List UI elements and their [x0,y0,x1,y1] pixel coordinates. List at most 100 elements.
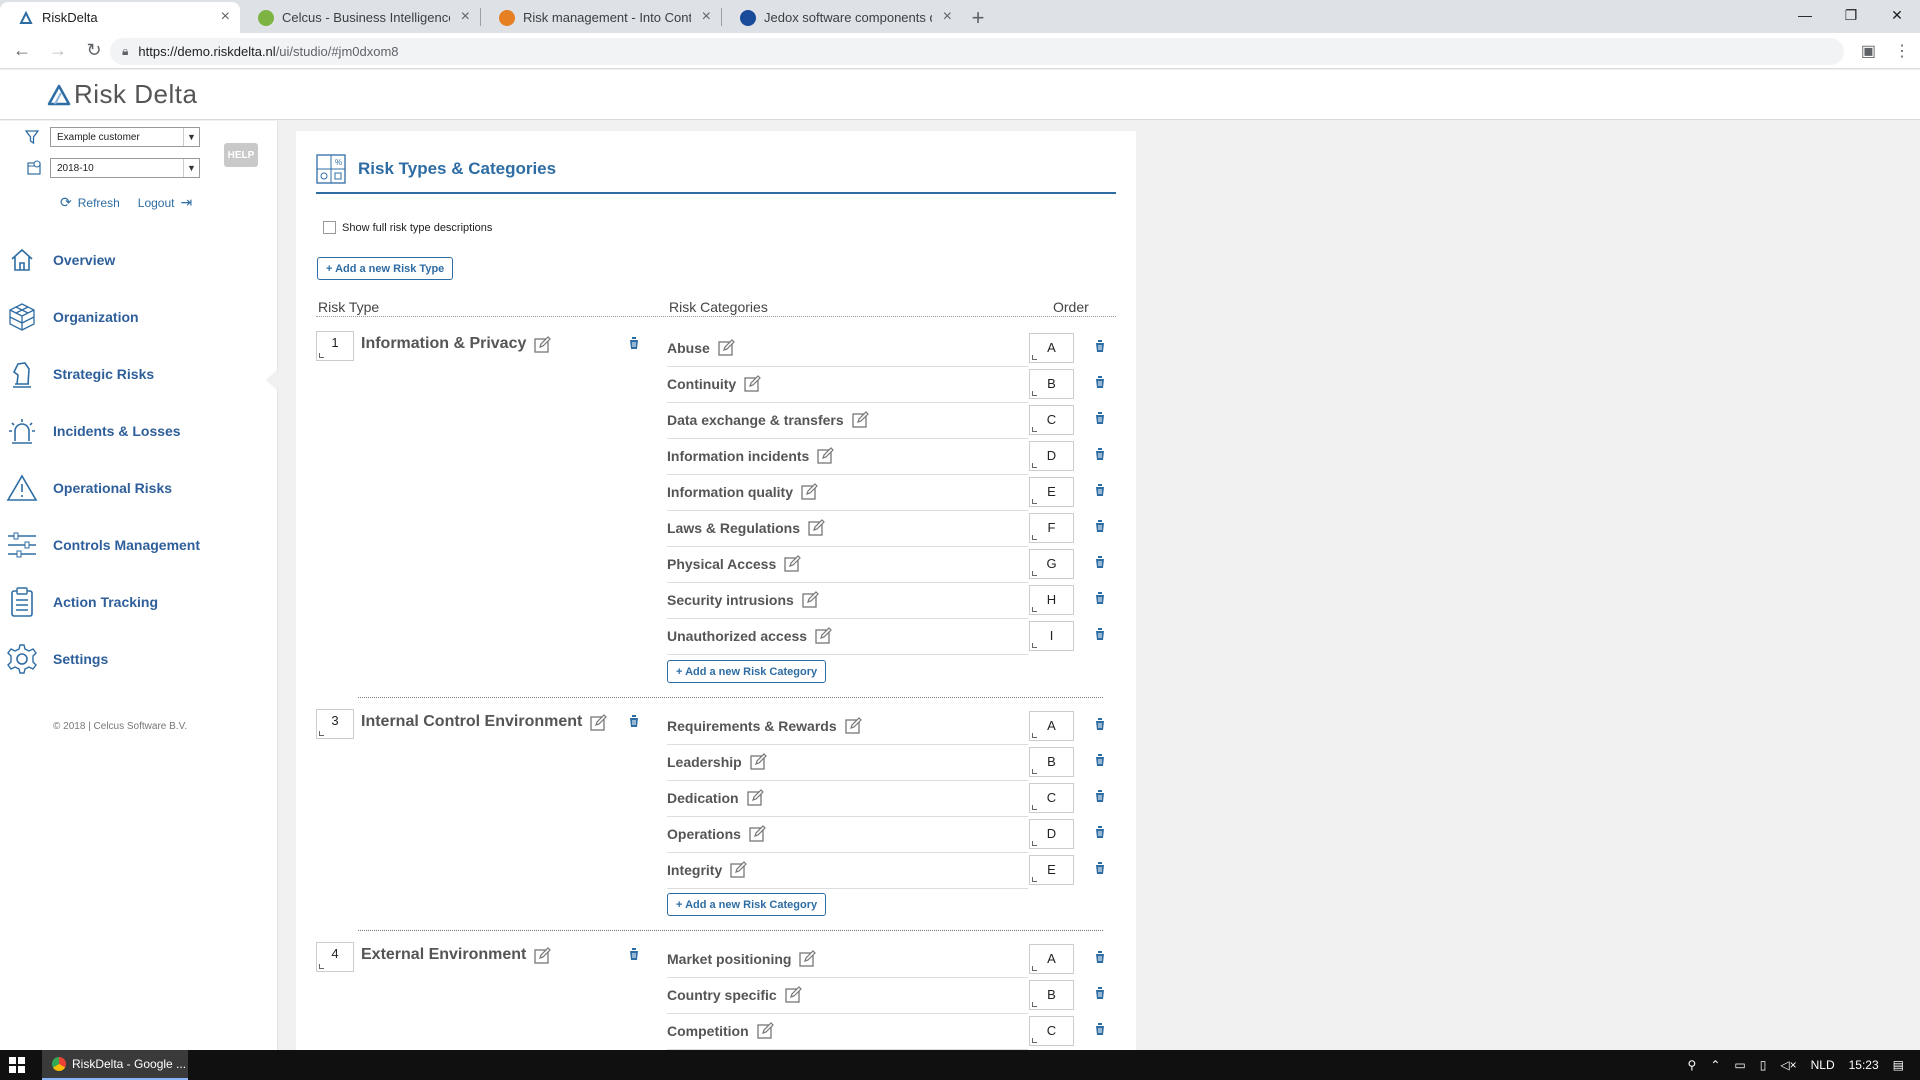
back-arrow-icon[interactable]: ← [4,33,40,69]
edit-icon[interactable] [757,1022,774,1039]
order-input[interactable]: D [1029,441,1074,471]
edit-icon[interactable] [808,519,825,536]
trash-icon[interactable] [1094,789,1106,803]
trash-icon[interactable] [1094,753,1106,767]
edit-icon[interactable] [784,555,802,572]
nav-item-settings[interactable]: Settings [0,630,278,687]
close-tab-icon[interactable]: × [461,8,470,26]
risk-type-number[interactable]: 1 [316,331,354,361]
forward-arrow-icon[interactable]: → [40,33,76,69]
new-tab-button[interactable]: + [962,2,994,33]
order-input[interactable]: A [1029,333,1074,363]
browser-tab[interactable]: Celcus - Business Intelligence en × [240,2,480,33]
people-icon[interactable]: ⚲ [1688,1058,1697,1072]
nav-item-operational-risks[interactable]: Operational Risks [0,459,278,516]
edit-icon[interactable] [590,713,608,731]
trash-icon[interactable] [628,714,640,728]
browser-tab[interactable]: Risk management - Into Control × [481,2,721,33]
nav-item-organization[interactable]: Organization [0,288,278,345]
edit-icon[interactable] [799,950,817,967]
close-tab-icon[interactable]: × [702,8,711,26]
trash-icon[interactable] [1094,483,1106,497]
edit-icon[interactable] [815,627,832,644]
trash-icon[interactable] [1094,627,1106,641]
order-input[interactable]: D [1029,819,1074,849]
nav-item-incidents-losses[interactable]: Incidents & Losses [0,402,278,459]
logout-button[interactable]: Logout ⇥ [138,194,192,211]
trash-icon[interactable] [1094,339,1106,353]
minimize-icon[interactable]: — [1782,0,1828,30]
add-risk-category-button[interactable]: + Add a new Risk Category [667,660,827,683]
trash-icon[interactable] [1094,861,1106,875]
help-button[interactable]: HELP [224,143,258,167]
edit-icon[interactable] [750,753,767,770]
edit-icon[interactable] [534,946,552,964]
period-select[interactable]: 2018-10 ▼ [50,158,200,178]
order-input[interactable]: E [1029,855,1074,885]
riskdelta-logo[interactable]: Risk Delta [46,79,197,110]
address-bar[interactable]: 🔒︎ https://demo.riskdelta.nl/ui/studio/#… [110,38,1844,65]
add-risk-category-button[interactable]: + Add a new Risk Category [667,893,827,916]
risk-type-number[interactable]: 3 [316,709,354,739]
browser-tab[interactable]: Jedox software components drive × [722,2,962,33]
order-input[interactable]: A [1029,944,1074,974]
close-tab-icon[interactable]: × [221,8,230,26]
edit-icon[interactable] [851,411,869,428]
edit-icon[interactable] [746,789,764,806]
battery-icon[interactable]: ▭ [1734,1058,1745,1072]
profile-icon[interactable]: ▣ [1861,41,1876,61]
notifications-icon[interactable]: ▤ [1893,1058,1904,1072]
order-input[interactable]: B [1029,369,1074,399]
windows-start-icon[interactable] [0,1050,34,1080]
reload-icon[interactable]: ↻ [76,33,112,69]
trash-icon[interactable] [1094,950,1106,964]
order-input[interactable]: B [1029,980,1074,1010]
edit-icon[interactable] [844,717,862,734]
trash-icon[interactable] [1094,825,1106,839]
order-input[interactable]: F [1029,513,1074,543]
trash-icon[interactable] [1094,591,1106,605]
restore-icon[interactable]: ❐ [1828,0,1874,30]
nav-item-strategic-risks[interactable]: Strategic Risks [0,345,278,402]
edit-icon[interactable] [744,375,762,392]
order-input[interactable]: I [1029,621,1074,651]
order-input[interactable]: H [1029,585,1074,615]
trash-icon[interactable] [1094,411,1106,425]
close-tab-icon[interactable]: × [943,8,952,26]
edit-icon[interactable] [802,591,819,608]
edit-icon[interactable] [749,825,766,842]
network-icon[interactable]: ▯ [1760,1058,1767,1072]
trash-icon[interactable] [628,947,640,961]
edit-icon[interactable] [718,339,735,356]
nav-item-controls-management[interactable]: Controls Management [0,516,278,573]
edit-icon[interactable] [785,986,802,1003]
refresh-button[interactable]: ⟳ Refresh [60,194,120,211]
close-window-icon[interactable]: ✕ [1874,0,1920,30]
edit-icon[interactable] [534,335,552,353]
language-indicator[interactable]: NLD [1811,1058,1835,1072]
trash-icon[interactable] [628,336,640,350]
chevron-up-icon[interactable]: ⌃ [1710,1058,1720,1072]
order-input[interactable]: A [1029,711,1074,741]
edit-icon[interactable] [817,447,835,464]
nav-item-action-tracking[interactable]: Action Tracking [0,573,278,630]
menu-dots-icon[interactable]: ⋮ [1894,41,1910,61]
order-input[interactable]: C [1029,1016,1074,1046]
edit-icon[interactable] [730,861,748,878]
trash-icon[interactable] [1094,717,1106,731]
customer-select[interactable]: Example customer ▼ [50,127,200,147]
volume-icon[interactable]: ◁× [1780,1058,1796,1072]
order-input[interactable]: E [1029,477,1074,507]
order-input[interactable]: C [1029,783,1074,813]
clock[interactable]: 15:23 [1849,1058,1879,1072]
risk-type-number[interactable]: 4 [316,942,354,972]
order-input[interactable]: C [1029,405,1074,435]
trash-icon[interactable] [1094,986,1106,1000]
order-input[interactable]: B [1029,747,1074,777]
order-input[interactable]: G [1029,549,1074,579]
trash-icon[interactable] [1094,555,1106,569]
browser-tab[interactable]: RiskDelta × [0,2,240,33]
nav-item-overview[interactable]: Overview [0,231,278,288]
edit-icon[interactable] [801,483,818,500]
trash-icon[interactable] [1094,1022,1106,1036]
